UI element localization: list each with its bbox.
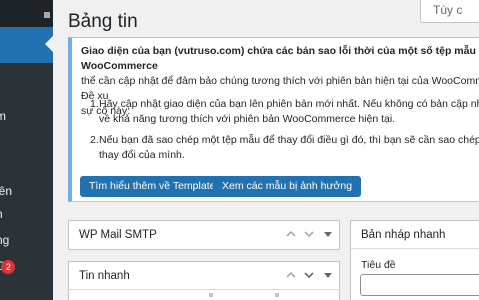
sidebar-item-label: iên xyxy=(0,184,13,198)
step-number: 1. xyxy=(90,98,99,110)
notice-steps: 1. Hãy cập nhật giao diện của bạn lên ph… xyxy=(81,97,479,169)
sidebar-item-label: ng xyxy=(0,233,10,247)
widget-title: Bản nháp nhanh xyxy=(361,229,446,241)
view-affected-templates-button[interactable]: Xem các mẫu bị ảnh hưởng xyxy=(213,176,362,197)
draft-title-input[interactable] xyxy=(360,274,479,296)
toggle-panel-icon[interactable] xyxy=(324,271,332,282)
page-title: Bảng tin xyxy=(68,11,138,32)
move-up-icon[interactable] xyxy=(285,269,297,284)
widget-title: WP Mail SMTP xyxy=(79,229,157,241)
active-menu-arrow xyxy=(45,36,53,52)
list-item: 1. Hãy cập nhật giao diện của bạn lên ph… xyxy=(81,97,479,127)
sidebar-item-label: m xyxy=(0,109,6,123)
widget-title: Tin nhanh xyxy=(79,270,130,282)
step-line: Nếu bạn đã sao chép một tệp mẫu để thay … xyxy=(99,134,479,146)
step-line: về khả năng tương thích với phiên bản Wo… xyxy=(99,113,396,125)
move-down-icon[interactable] xyxy=(303,269,315,284)
sidebar-item-1[interactable]: m xyxy=(0,106,53,126)
step-number: 2. xyxy=(90,134,99,146)
divider xyxy=(351,248,479,249)
tin-nhanh-widget: Tin nhanh xyxy=(68,261,341,300)
sidebar-item-5[interactable]: O2 xyxy=(0,256,53,276)
move-up-icon[interactable] xyxy=(285,228,297,243)
admin-sidebar: m iên n ng O2 xyxy=(0,0,53,300)
sidebar-item-4[interactable]: ng xyxy=(0,230,53,250)
toggle-panel-icon[interactable] xyxy=(324,230,332,241)
sidebar-item-2[interactable]: iên xyxy=(0,181,53,201)
notice-lead-bold: Giao diện của bạn (vutruso.com) chứa các… xyxy=(81,45,476,72)
sidebar-indicator xyxy=(44,12,50,18)
divider xyxy=(69,289,341,290)
list-item: 2. Nếu bạn đã sao chép một tệp mẫu để th… xyxy=(81,133,479,163)
step-line: Hãy cập nhật giao diện của bạn lên phiên… xyxy=(99,98,479,110)
step-line: thay đổi của mình. xyxy=(99,149,185,161)
wp-mail-smtp-widget: WP Mail SMTP xyxy=(68,220,340,250)
learn-more-templates-button[interactable]: Tìm hiểu thêm về Template xyxy=(80,176,225,197)
move-down-icon[interactable] xyxy=(303,228,315,243)
sidebar-item-label: n xyxy=(0,204,3,224)
screen-options-button[interactable]: Tùy c xyxy=(420,0,479,23)
woocommerce-template-notice: Giao diện của bạn (vutruso.com) chứa các… xyxy=(68,37,479,202)
quick-draft-widget: Bản nháp nhanh Tiêu đề xyxy=(350,220,479,300)
title-field-label: Tiêu đề xyxy=(361,259,396,271)
update-count-badge: 2 xyxy=(1,259,16,274)
drag-handle-icon xyxy=(209,293,213,297)
sidebar-item-3[interactable]: n xyxy=(0,204,53,224)
drag-handle-icon xyxy=(275,293,279,297)
